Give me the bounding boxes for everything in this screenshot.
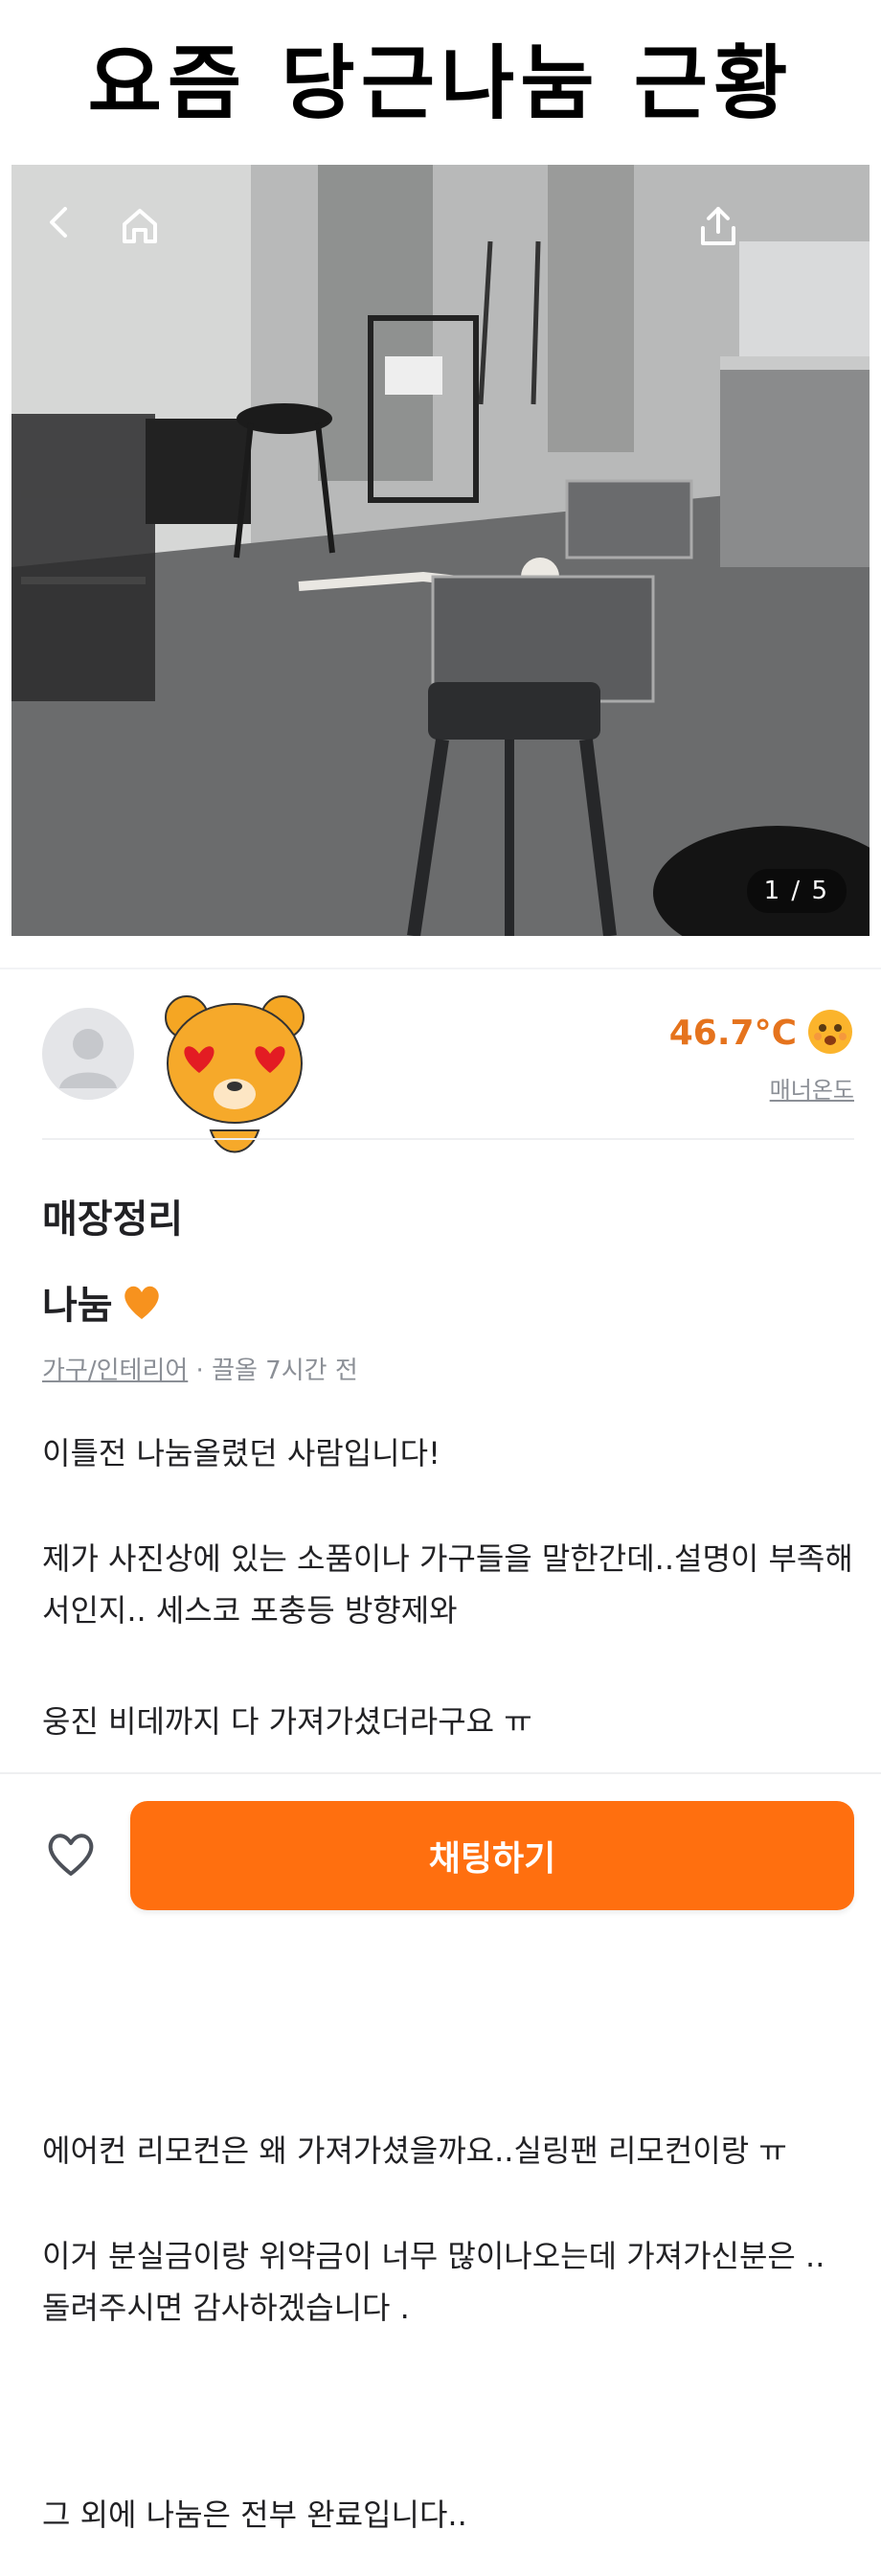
back-button[interactable] (40, 203, 102, 264)
seller-profile[interactable]: 46.7°C 매너온도 (42, 994, 854, 1153)
default-avatar-icon (59, 1029, 117, 1088)
home-icon (123, 209, 157, 243)
post-paragraph: 웅진 비데까지 다 가져가셨더라구요 ㅠ (42, 1703, 532, 1740)
orange-heart-icon (124, 1286, 159, 1319)
heart-outline-icon (48, 1834, 94, 1876)
post-paragraph: 이틀전 나눔올렸던 사람입니다! (42, 1435, 440, 1471)
back-icon (50, 207, 67, 238)
avatar[interactable] (42, 1008, 134, 1100)
post-paragraph: 제가 사진상에 있는 소품이나 가구들을 말한간데..설명이 부족해서인지.. … (42, 1540, 853, 1629)
post-meta: 가구/인테리어 · 끌올 7시간 전 (42, 1351, 358, 1386)
photo-pager: 1 / 5 (746, 869, 847, 913)
post-subtitle-text: 나눔 (42, 1284, 113, 1328)
divider (42, 1138, 854, 1140)
sticker-image (153, 987, 316, 1159)
home-button[interactable] (117, 203, 178, 264)
headline: 요즘 당근나눔 근황 (87, 35, 794, 130)
share-icon (701, 207, 735, 245)
manner-temperature: 46.7°C (668, 1014, 797, 1053)
manner-temperature-link[interactable]: 매너온도 (770, 1071, 854, 1105)
product-photo[interactable]: 1 / 5 (11, 165, 870, 936)
post-subtitle: 나눔 (42, 1274, 163, 1330)
category-link[interactable]: 가구/인테리어 (42, 1356, 188, 1385)
smile-face-icon (806, 1008, 854, 1056)
post-time: · 끌올 7시간 전 (188, 1356, 358, 1385)
photo-illustration (11, 165, 870, 936)
divider (0, 968, 881, 969)
post-title: 매장정리 (42, 1197, 184, 1242)
like-button[interactable] (42, 1828, 100, 1880)
share-button[interactable] (695, 203, 757, 264)
post-paragraph: 에어컨 리모컨은 왜 가져가셨을까요..실링팬 리모컨이랑 ㅠ (42, 2132, 787, 2169)
chat-button[interactable]: 채팅하기 (130, 1801, 854, 1910)
post-paragraph: 그 외에 나눔은 전부 완료입니다.. (42, 2496, 467, 2533)
divider (0, 1772, 881, 1774)
post-paragraph: 이거 분실금이랑 위약금이 너무 많이나오는데 가져가신분은 .. 돌려주시면 … (42, 2238, 825, 2326)
bear-heart-eyes-sticker-icon (165, 995, 305, 1153)
